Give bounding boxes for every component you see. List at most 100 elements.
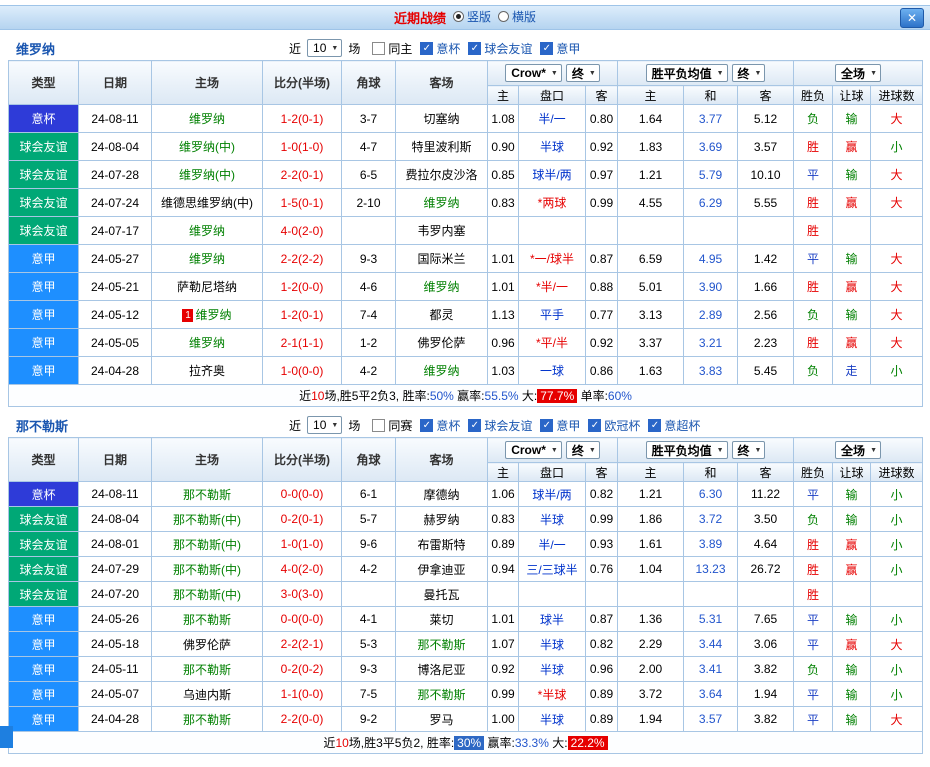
cell-away-team: 切塞纳 bbox=[395, 104, 488, 133]
filter-checkbox-label[interactable]: 意杯 bbox=[436, 417, 460, 434]
match-row: 球会友谊 24-08-01 那不勒斯(中) 1-0(1-0) 9-6 布雷斯特 0.89 半/… bbox=[8, 531, 924, 557]
radio-option[interactable]: 横版 bbox=[498, 8, 536, 25]
cell-away-team: 那不勒斯 bbox=[395, 631, 488, 657]
summary-segment: 30% bbox=[454, 736, 485, 750]
cell-europe-draw-odds: 2.89 bbox=[683, 300, 738, 329]
away-team-name: 韦罗内塞 bbox=[417, 224, 466, 238]
cell-home-team: 维罗纳(中) bbox=[151, 132, 263, 161]
match-row: 意甲 24-05-18 佛罗伦萨 2-2(2-1) 5-3 那不勒斯 1.07 半球 0.82 2… bbox=[8, 631, 924, 657]
filter-checkbox[interactable]: ✓ bbox=[540, 41, 554, 55]
filter-checkbox[interactable]: ✓ bbox=[420, 41, 434, 55]
dropdown-arrow-icon: ▼ bbox=[331, 421, 339, 429]
home-team-name: 那不勒斯 bbox=[182, 662, 231, 677]
europe-final-select[interactable]: 终 ▼ bbox=[731, 441, 766, 459]
away-team-name: 切塞纳 bbox=[423, 112, 460, 126]
cell-result-wdl: 胜 bbox=[793, 531, 834, 557]
cell-score: 1-0(1-0) bbox=[262, 132, 342, 161]
asia-final-select-value: 终 bbox=[571, 443, 584, 458]
summary-segment: 33.3% bbox=[514, 736, 549, 750]
filter-checkbox-label[interactable]: 同赛 bbox=[388, 417, 412, 434]
competition-badge: 意杯 bbox=[9, 105, 78, 132]
cell-home-team: 维罗纳 bbox=[151, 216, 263, 245]
cell-handicap: 球半/两 bbox=[518, 160, 586, 189]
cell-asia-home-odds: 0.92 bbox=[487, 656, 519, 682]
dropdown-arrow-icon: ▼ bbox=[331, 44, 339, 52]
filter-checkbox[interactable] bbox=[372, 418, 386, 432]
filter-checkbox[interactable]: ✓ bbox=[540, 418, 554, 432]
cell-europe-home-odds: 1.21 bbox=[617, 160, 684, 189]
match-row: 意甲 24-04-28 那不勒斯 2-2(0-0) 9-2 罗马 1.00 半球 0.89 1.9… bbox=[8, 706, 924, 732]
close-button[interactable]: ✕ bbox=[900, 8, 924, 28]
cell-europe-away-odds: 1.42 bbox=[736, 244, 795, 273]
cell-corner: 9-3 bbox=[341, 244, 396, 273]
cell-home-team: 那不勒斯(中) bbox=[151, 556, 263, 582]
filter-checkbox-label[interactable]: 欧冠杯 bbox=[604, 417, 640, 434]
cell-home-team: 那不勒斯(中) bbox=[151, 506, 263, 532]
radio-option[interactable]: 竖版 bbox=[452, 8, 491, 25]
sub-header-result-handicap: 让球 bbox=[832, 85, 872, 105]
match-row: 意甲 24-05-21 萨勒尼塔纳 1-2(0-0) 4-6 维罗纳 1.01 *半/一 0.8… bbox=[8, 272, 924, 301]
filter-checkbox-label[interactable]: 球会友谊 bbox=[484, 417, 532, 434]
filter-checkbox-label[interactable]: 球会友谊 bbox=[484, 40, 532, 57]
filter-checkbox-label[interactable]: 意甲 bbox=[556, 40, 580, 57]
cell-europe-away-odds bbox=[736, 216, 795, 245]
section-header: 维罗纳近 10 ▼ 场同主 ✓ 意杯 ✓ 球会友谊 ✓ 意甲 bbox=[8, 36, 922, 60]
asia-source-select[interactable]: Crow* ▼ bbox=[505, 441, 562, 459]
asia-source-select[interactable]: Crow* ▼ bbox=[505, 64, 562, 82]
away-team-name: 布雷斯特 bbox=[417, 537, 466, 552]
filter-checkbox[interactable]: ✓ bbox=[468, 418, 482, 432]
cell-away-team: 维罗纳 bbox=[395, 356, 488, 385]
filter-checkbox[interactable]: ✓ bbox=[588, 418, 602, 432]
away-team-name: 伊拿迪亚 bbox=[417, 562, 466, 577]
filter-checkbox-label[interactable]: 意杯 bbox=[436, 40, 460, 57]
asia-final-select[interactable]: 终 ▼ bbox=[565, 441, 600, 459]
asia-final-select[interactable]: 终 ▼ bbox=[565, 64, 600, 82]
filter-checkbox[interactable]: ✓ bbox=[468, 41, 482, 55]
col-header-type: 类型 bbox=[8, 437, 79, 482]
competition-badge: 意甲 bbox=[9, 657, 78, 681]
cell-europe-home-odds: 1.94 bbox=[617, 706, 684, 732]
filter-bar: 近 10 ▼ 场同主 ✓ 意杯 ✓ 球会友谊 ✓ 意甲 bbox=[285, 39, 580, 57]
competition-badge: 意甲 bbox=[9, 632, 78, 656]
cell-score: 2-2(0-1) bbox=[262, 160, 342, 189]
filter-checkbox-label[interactable]: 意甲 bbox=[556, 417, 580, 434]
cell-competition: 意甲 bbox=[8, 681, 79, 707]
away-team-name: 维罗纳 bbox=[423, 364, 460, 378]
match-count-select[interactable]: 10 ▼ bbox=[307, 416, 343, 434]
sub-header-asia-home: 主 bbox=[487, 462, 519, 482]
competition-badge: 意甲 bbox=[9, 357, 78, 384]
filter-checkbox-label[interactable]: 同主 bbox=[388, 40, 412, 57]
europe-final-select[interactable]: 终 ▼ bbox=[731, 64, 766, 82]
cell-score: 1-0(1-0) bbox=[262, 531, 342, 557]
cell-home-team: 那不勒斯 bbox=[151, 706, 263, 732]
filter-checkbox[interactable] bbox=[372, 41, 386, 55]
filter-checkbox-label[interactable]: 意超杯 bbox=[664, 417, 700, 434]
radio-icon[interactable] bbox=[452, 11, 464, 22]
home-team-name: 那不勒斯(中) bbox=[173, 512, 241, 527]
cell-asia-home-odds: 0.96 bbox=[487, 328, 519, 357]
europe-source-select[interactable]: 胜平负均值 ▼ bbox=[645, 441, 728, 459]
cell-result-wdl: 胜 bbox=[793, 581, 834, 607]
dialog-titlebar: 近期战绩 竖版 横版 ✕ bbox=[0, 5, 930, 30]
match-count-select[interactable]: 10 ▼ bbox=[307, 39, 343, 57]
cell-europe-draw-odds: 3.72 bbox=[683, 506, 738, 532]
radio-icon[interactable] bbox=[498, 11, 509, 22]
match-row: 球会友谊 24-07-28 维罗纳(中) 2-2(0-1) 6-5 费拉尔皮沙洛 0.85 球… bbox=[8, 160, 924, 189]
cell-date: 24-05-07 bbox=[78, 681, 152, 707]
cell-asia-away-odds: 0.93 bbox=[585, 531, 618, 557]
cell-date: 24-07-24 bbox=[78, 188, 152, 217]
scope-select[interactable]: 全场 ▼ bbox=[835, 64, 881, 82]
cell-handicap: 半球 bbox=[518, 656, 586, 682]
cell-europe-draw-odds bbox=[683, 581, 738, 607]
cell-date: 24-05-05 bbox=[78, 328, 152, 357]
europe-source-select[interactable]: 胜平负均值 ▼ bbox=[645, 64, 728, 82]
cell-home-team: 那不勒斯 bbox=[151, 606, 263, 632]
filter-checkbox[interactable]: ✓ bbox=[420, 418, 434, 432]
cell-date: 24-04-28 bbox=[78, 356, 152, 385]
cell-asia-away-odds: 0.86 bbox=[585, 356, 618, 385]
filter-checkbox[interactable]: ✓ bbox=[648, 418, 662, 432]
cell-home-team: 萨勒尼塔纳 bbox=[151, 272, 263, 301]
radio-label: 横版 bbox=[512, 10, 537, 24]
scope-select-value: 全场 bbox=[841, 66, 866, 81]
scope-select[interactable]: 全场 ▼ bbox=[835, 441, 881, 459]
